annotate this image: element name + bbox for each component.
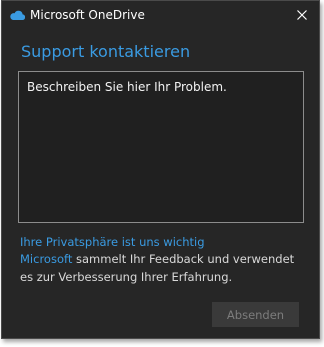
title-bar: Microsoft OneDrive — [2, 1, 319, 29]
problem-description-field[interactable] — [18, 71, 304, 223]
window-title: Microsoft OneDrive — [30, 8, 145, 22]
onedrive-support-dialog: Microsoft OneDrive Support kontaktieren … — [1, 0, 320, 339]
close-icon — [297, 10, 307, 20]
onedrive-cloud-icon — [10, 10, 25, 20]
feedback-info-text: Microsoft sammelt Ihr Feedback und verwe… — [20, 250, 310, 286]
close-button[interactable] — [289, 3, 315, 27]
privacy-link[interactable]: Ihre Privatsphäre ist uns wichtig — [20, 234, 205, 250]
send-button[interactable]: Absenden — [212, 302, 299, 327]
page-title: Support kontaktieren — [21, 42, 191, 61]
microsoft-link[interactable]: Microsoft — [20, 252, 72, 266]
